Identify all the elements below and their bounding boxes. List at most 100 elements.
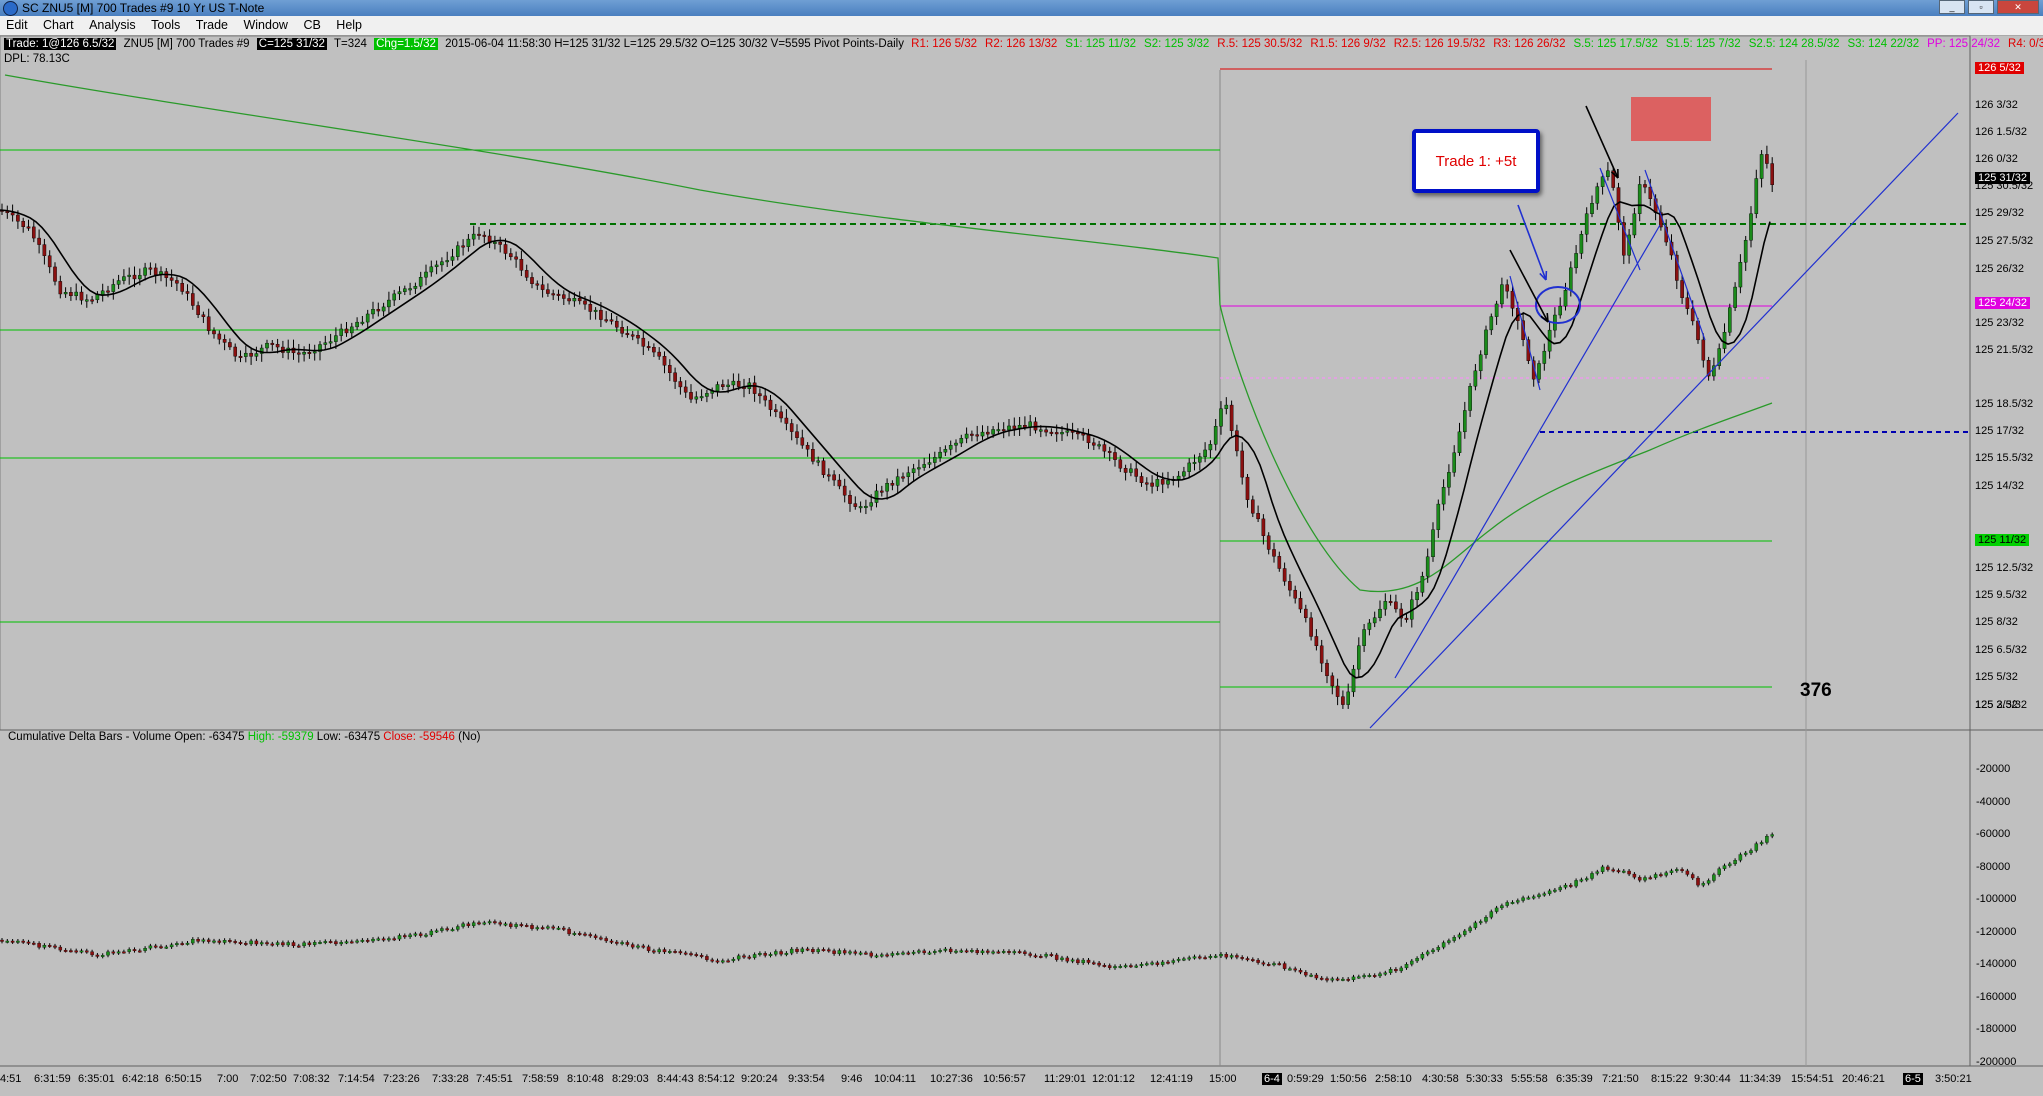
candle-body xyxy=(132,274,137,280)
pivot-label: R.5: 125 30.5/32 xyxy=(1217,38,1303,50)
delta-bar xyxy=(514,924,518,927)
candle-body xyxy=(1160,479,1165,485)
price-chart[interactable] xyxy=(0,0,2043,1096)
lower-pane-title: Cumulative Delta Bars - Volume xyxy=(8,731,171,743)
delta-bar xyxy=(1118,966,1123,968)
delta-bar xyxy=(1531,896,1536,899)
delta-bar xyxy=(297,945,301,948)
delta-bar xyxy=(434,930,439,933)
delta-bar xyxy=(1293,968,1297,971)
delta-bar xyxy=(943,948,948,951)
delta-bar xyxy=(238,942,243,944)
candle-body xyxy=(625,333,630,336)
candle-body xyxy=(731,380,736,386)
candle-body xyxy=(721,384,725,387)
candle-body xyxy=(392,293,397,301)
delta-bar xyxy=(132,949,137,952)
delta-bar xyxy=(827,949,831,952)
time-tick-label: 6:31:59 xyxy=(34,1073,71,1085)
candle-body xyxy=(970,433,974,436)
annotation-arrow xyxy=(1509,249,1549,323)
candle-body xyxy=(784,417,789,424)
delta-bar xyxy=(1314,974,1319,979)
candle-body xyxy=(524,270,529,278)
change-badge: Chg=1.5/32 xyxy=(374,38,438,50)
candle-body xyxy=(1378,608,1382,618)
candle-body xyxy=(1208,444,1213,451)
delta-bar xyxy=(880,954,884,957)
time-tick-label: 3:50:21 xyxy=(1935,1073,1972,1085)
pivot-label: S1.5: 125 7/32 xyxy=(1665,38,1741,50)
pivot-label: R2: 126 13/32 xyxy=(985,38,1058,50)
candle-body xyxy=(1346,691,1350,705)
delta-bar xyxy=(1001,951,1006,953)
delta-bar xyxy=(1537,894,1541,897)
candle-body xyxy=(143,267,147,276)
candle-body xyxy=(403,288,407,292)
delta-bar xyxy=(503,923,508,926)
candle-body xyxy=(1341,696,1345,705)
candle-body xyxy=(832,474,836,481)
candle-body xyxy=(1404,617,1409,620)
candle-body xyxy=(567,298,571,302)
candle-body xyxy=(100,290,105,295)
candle-body xyxy=(1420,575,1425,593)
delta-bar xyxy=(1341,978,1345,981)
delta-bar xyxy=(895,953,900,955)
time-tick-label: 5:55:58 xyxy=(1511,1073,1548,1085)
candle-body xyxy=(53,266,57,282)
delta-bar xyxy=(964,950,969,953)
candle-body xyxy=(1182,471,1186,477)
candle-body xyxy=(196,305,200,315)
candle-body xyxy=(842,485,847,496)
delta-bar xyxy=(175,943,179,946)
delta-bar xyxy=(429,930,434,936)
delta-bar xyxy=(1277,963,1282,966)
candle-body xyxy=(996,429,1001,432)
delta-bar xyxy=(1579,879,1584,882)
candle-body xyxy=(1097,444,1101,447)
time-tick-label: 6:50:15 xyxy=(165,1073,202,1085)
delta-bar xyxy=(710,959,714,962)
time-tick-label: 9:46 xyxy=(841,1073,863,1085)
candle-body xyxy=(1563,290,1568,307)
delta-bar xyxy=(63,949,68,952)
delta-bar xyxy=(201,939,206,942)
candle-body xyxy=(922,464,926,468)
delta-bar xyxy=(85,950,89,953)
delta-bar xyxy=(699,955,704,957)
pivot-label: PP: 125 24/32 xyxy=(1927,38,2001,50)
delta-bar xyxy=(1325,978,1329,981)
candle-body xyxy=(106,290,110,293)
candle-body xyxy=(1431,529,1435,558)
delta-bar xyxy=(1420,954,1425,959)
candle-body xyxy=(1091,442,1096,446)
candle-body xyxy=(1351,668,1356,693)
candle-body xyxy=(1044,429,1048,433)
candle-body xyxy=(1240,450,1244,478)
delta-bar xyxy=(360,939,365,942)
candle-body xyxy=(991,429,995,435)
candle-body xyxy=(1235,430,1239,452)
candle-body xyxy=(583,300,587,305)
delta-bar xyxy=(874,955,879,958)
delta-bar xyxy=(689,953,693,956)
candle-body xyxy=(1537,363,1541,380)
delta-bar xyxy=(636,945,640,948)
ohlc-readout: 2015-06-04 11:58:30 H=125 31/32 L=125 29… xyxy=(445,38,904,50)
candle-body xyxy=(365,313,370,323)
price-tick-label: 125 5/32 xyxy=(1975,671,2018,683)
time-tick-label: 9:33:54 xyxy=(788,1073,825,1085)
delta-bar xyxy=(1187,957,1191,960)
delta-bar xyxy=(1372,975,1377,977)
price-tick-label: 126 1.5/32 xyxy=(1975,126,2027,138)
delta-bar xyxy=(1182,958,1186,961)
candle-body xyxy=(95,294,100,301)
candle-body xyxy=(122,276,126,281)
candle-body xyxy=(572,298,577,302)
delta-bar xyxy=(652,950,656,953)
delta-bar xyxy=(758,953,762,955)
trend-line xyxy=(1509,275,1541,391)
delta-bar xyxy=(1526,897,1531,900)
delta-bar xyxy=(1044,954,1048,957)
